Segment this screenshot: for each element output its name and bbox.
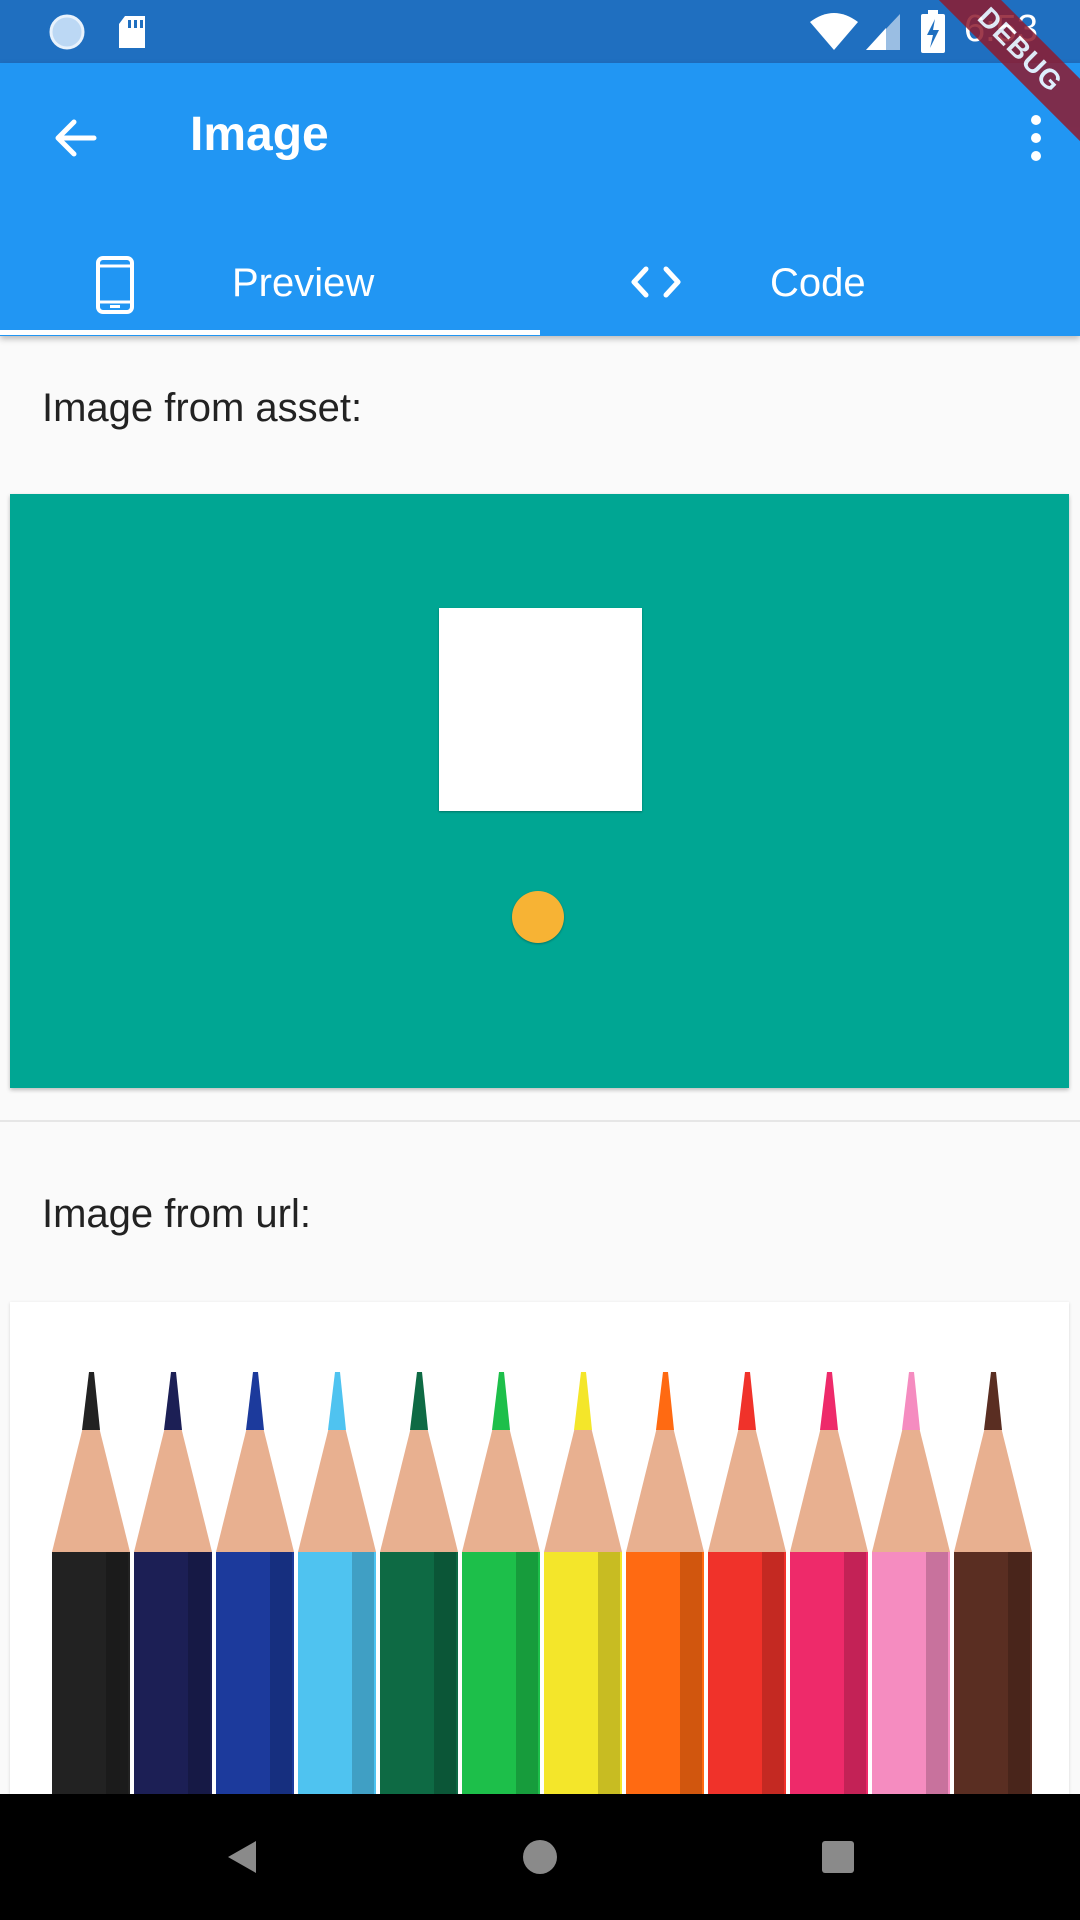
pencil: [52, 1372, 130, 1794]
code-icon: [631, 266, 681, 298]
asset-image-label: Image from asset:: [42, 386, 363, 430]
wifi-icon: [810, 13, 858, 50]
phone-icon: [96, 256, 134, 314]
pencil: [626, 1372, 704, 1794]
tab-preview[interactable]: Preview: [0, 231, 540, 335]
url-image-label: Image from url:: [42, 1192, 311, 1236]
tab-code-label: Code: [770, 261, 866, 305]
navigation-bar: [0, 1794, 1080, 1920]
asset-image-dot: [512, 891, 564, 943]
colored-pencils-image: [52, 1372, 1032, 1794]
page-title: Image: [190, 108, 329, 161]
pencil: [544, 1372, 622, 1794]
recents-square-icon[interactable]: [808, 1827, 868, 1887]
pencil: [134, 1372, 212, 1794]
pencil: [298, 1372, 376, 1794]
asset-image-square: [439, 608, 642, 811]
pencil: [216, 1372, 294, 1794]
pencil: [462, 1372, 540, 1794]
sd-card-icon: [119, 16, 145, 48]
back-triangle-icon[interactable]: [212, 1827, 272, 1887]
tab-indicator: [0, 330, 540, 335]
pencil: [380, 1372, 458, 1794]
arrow-back-icon[interactable]: [44, 110, 104, 170]
pencil: [872, 1372, 950, 1794]
pencil: [954, 1372, 1032, 1794]
url-image: [10, 1302, 1069, 1794]
status-bar: 6:53: [0, 0, 1080, 63]
tab-preview-label: Preview: [232, 261, 375, 305]
divider: [0, 1120, 1080, 1122]
pencil: [790, 1372, 868, 1794]
pencil: [708, 1372, 786, 1794]
app-bar: Image Preview Code: [0, 63, 1080, 336]
signal-icon: [866, 14, 900, 50]
battery-charging-icon: [921, 10, 945, 53]
home-circle-icon[interactable]: [510, 1827, 570, 1887]
asset-image: [10, 494, 1069, 1088]
tab-code[interactable]: Code: [540, 231, 1080, 335]
sync-icon: [49, 14, 85, 50]
